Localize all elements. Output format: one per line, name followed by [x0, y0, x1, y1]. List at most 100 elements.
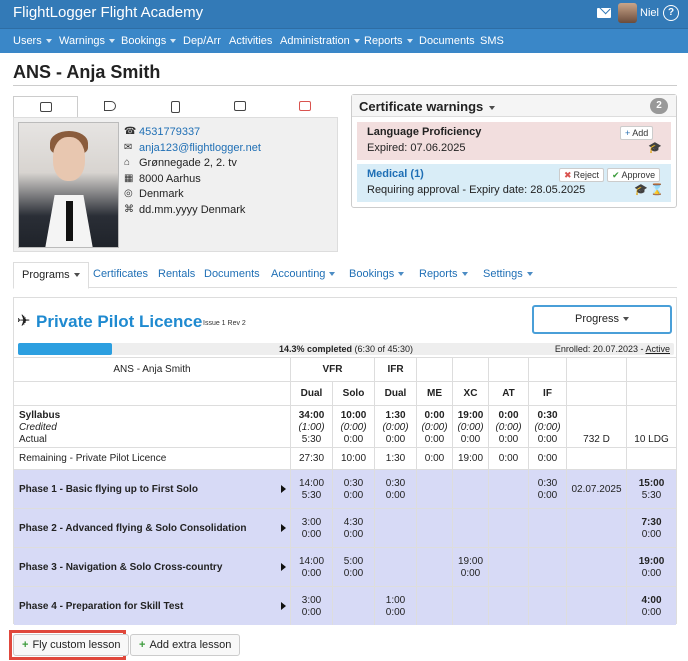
phase-date: 02.07.2025: [571, 484, 622, 495]
mail-icon[interactable]: [597, 8, 611, 18]
phase-planned: 14:00: [298, 556, 325, 567]
expand-arrow-icon[interactable]: [281, 485, 286, 493]
table-cell: [488, 587, 528, 625]
table-cell: 0:00 (0:00) 0:00: [488, 406, 528, 447]
credited-value: (0:00): [457, 422, 484, 433]
user-name[interactable]: Niel: [640, 7, 659, 19]
home-icon: ⌂: [124, 157, 131, 168]
nav-item-bookings[interactable]: Bookings: [121, 35, 177, 47]
divider: [13, 85, 677, 86]
table-cell: [528, 587, 566, 625]
credited-value: (0:00): [421, 422, 448, 433]
nav-item-documents[interactable]: Documents: [419, 35, 475, 47]
syllabus-value: 1:30: [385, 410, 406, 421]
table-header-row: ANS - Anja Smith VFR IFR: [14, 357, 676, 381]
building-icon: ▦: [124, 173, 134, 184]
add-extra-lesson-button[interactable]: + Add extra lesson: [130, 634, 241, 656]
column-header: Dual: [384, 388, 407, 399]
clipboard-icon: [171, 101, 180, 113]
table-cell: 19:00: [452, 448, 488, 469]
nav-item-users[interactable]: Users: [13, 35, 52, 47]
globe-icon: ◎: [124, 188, 133, 199]
program-title[interactable]: Private Pilot Licence: [36, 312, 202, 332]
credited-label: Credited: [19, 422, 57, 433]
syllabus-value: 0:30: [537, 410, 558, 421]
tab-clipboard[interactable]: [143, 96, 208, 118]
app-title[interactable]: FlightLogger Flight Academy: [13, 4, 203, 21]
ifr-label: IFR: [387, 364, 404, 375]
expand-arrow-icon[interactable]: [281, 602, 286, 610]
table-cell: 27:30: [290, 448, 332, 469]
table-cell: [626, 382, 676, 405]
remaining-label: Remaining - Private Pilot Licence: [19, 453, 167, 464]
table-cell: [452, 509, 488, 547]
table-cell: [528, 548, 566, 586]
nav-item-reports[interactable]: Reports: [364, 35, 413, 47]
enrollment-status[interactable]: Active: [645, 344, 670, 354]
table-cell: 0:30 0:00: [332, 470, 374, 508]
address-line-1: Grønnegade 2, 2. tv: [139, 157, 237, 169]
remaining-value: 0:00: [498, 453, 519, 464]
phase-name[interactable]: Phase 3 - Navigation & Solo Cross-countr…: [19, 562, 222, 573]
certificate-warnings-title: Certificate warnings: [359, 99, 496, 114]
tab-accounting[interactable]: Accounting: [271, 268, 336, 280]
table-cell: 0:00 (0:00) 0:00: [416, 406, 452, 447]
tab-reports[interactable]: Reports: [419, 268, 468, 280]
reject-button[interactable]: ✖ Reject: [559, 168, 605, 182]
help-icon[interactable]: ?: [663, 5, 679, 21]
nav-item-sms[interactable]: SMS: [480, 35, 504, 47]
table-cell: [416, 587, 452, 625]
tab-rentals[interactable]: Rentals: [158, 268, 195, 280]
certificate-warnings-panel: Certificate warnings 2 Language Proficie…: [351, 94, 677, 208]
table-cell: 4:00 0:00: [626, 587, 676, 625]
actual-value: 0:00: [424, 434, 445, 445]
approve-button[interactable]: ✔ Approve: [607, 168, 661, 182]
tab-warnings[interactable]: [273, 96, 338, 118]
remaining-value: 1:30: [385, 453, 406, 464]
email-link[interactable]: anja123@flightlogger.net: [139, 142, 261, 154]
phone-link[interactable]: 4531779337: [139, 126, 200, 138]
tab-tags[interactable]: [78, 96, 143, 118]
phase-name[interactable]: Phase 2 - Advanced flying & Solo Consoli…: [19, 523, 246, 534]
phase-row[interactable]: Phase 3 - Navigation & Solo Cross-countr…: [14, 547, 676, 586]
phase-total-actual: 0:00: [641, 568, 662, 579]
phase-total-actual: 0:00: [641, 607, 662, 618]
main-nav: Users Warnings Bookings Dep/Arr Activiti…: [0, 28, 688, 53]
phase-name[interactable]: Phase 1 - Basic flying up to First Solo: [19, 484, 198, 495]
certificate-warnings-header[interactable]: Certificate warnings 2: [352, 95, 676, 117]
actual-value: 0:00: [537, 434, 558, 445]
phase-actual: 0:00: [343, 490, 364, 501]
nav-item-warnings[interactable]: Warnings: [59, 35, 116, 47]
profile-panel: ☎ 4531779337 ✉ anja123@flightlogger.net …: [13, 117, 338, 252]
table-cell: Dual: [290, 382, 332, 405]
progress-dropdown[interactable]: Progress: [532, 305, 672, 334]
expand-arrow-icon[interactable]: [281, 563, 286, 571]
phase-row[interactable]: Phase 1 - Basic flying up to First Solo 1…: [14, 469, 676, 508]
phase-actual: 0:00: [385, 607, 406, 618]
remaining-value: 0:00: [537, 453, 558, 464]
add-certificate-button[interactable]: + Add: [620, 126, 654, 140]
tab-profile[interactable]: [13, 96, 78, 118]
table-cell: [626, 358, 676, 381]
nav-item-administration[interactable]: Administration: [280, 35, 360, 47]
nav-item-activities[interactable]: Activities: [229, 35, 272, 47]
tab-documents[interactable]: Documents: [204, 268, 260, 280]
tab-programs[interactable]: Programs: [13, 262, 89, 289]
expand-arrow-icon[interactable]: [281, 524, 286, 532]
warning-name-link[interactable]: Medical (1): [367, 168, 424, 180]
table-cell: [488, 509, 528, 547]
tab-certificates[interactable]: Certificates: [93, 268, 148, 280]
phase-row[interactable]: Phase 4 - Preparation for Skill Test 3:00…: [14, 586, 676, 625]
tab-settings[interactable]: Settings: [483, 268, 533, 280]
phase-row[interactable]: Phase 2 - Advanced flying & Solo Consoli…: [14, 508, 676, 547]
nav-item-deparr[interactable]: Dep/Arr: [183, 35, 221, 47]
table-cell: [452, 587, 488, 625]
avatar[interactable]: [618, 3, 637, 23]
syllabus-value: 34:00: [298, 410, 325, 421]
actual-value: 0:00: [385, 434, 406, 445]
fly-custom-lesson-button[interactable]: + Fly custom lesson: [13, 634, 130, 656]
tab-bookings[interactable]: Bookings: [349, 268, 405, 280]
warning-language-proficiency: Language Proficiency Expired: 07.06.2025…: [357, 122, 671, 160]
phase-name[interactable]: Phase 4 - Preparation for Skill Test: [19, 601, 183, 612]
tab-licenses[interactable]: [208, 96, 273, 118]
